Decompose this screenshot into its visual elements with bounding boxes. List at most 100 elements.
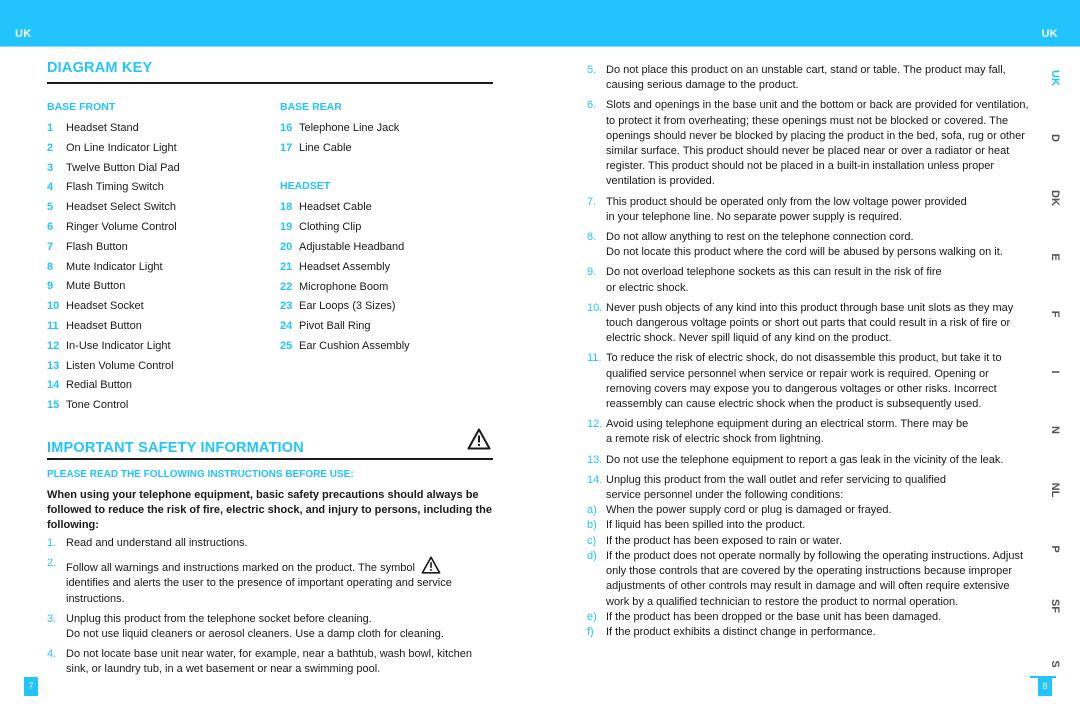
key-number: 8	[47, 260, 54, 273]
key-item: 23 Ear Loops (3 Sizes)	[280, 299, 500, 319]
key-label: Pivot Ball Ring	[299, 320, 371, 333]
safety-item: 8. Do not allow anything to rest on the …	[587, 230, 1033, 260]
safety-item: 3. Unplug this product from the telephon…	[47, 612, 493, 642]
language-tab-e[interactable]: E	[1048, 247, 1062, 267]
item-text: Do not overload telephone sockets as thi…	[606, 266, 942, 279]
item-text: Unplug this product from the wall outlet…	[606, 473, 946, 486]
safety-item: 10. Never push objects of any kind into …	[587, 301, 1033, 347]
item-text: Do not locate base unit near water, for …	[66, 648, 473, 676]
key-number: 19	[280, 221, 293, 234]
item-text: Unplug this product from the telephone s…	[66, 612, 372, 625]
safety-item: 1. Read and understand all instructions.	[47, 536, 493, 551]
key-number: 2	[47, 141, 54, 154]
key-label: Mute Button	[66, 280, 126, 293]
key-number: 17	[280, 141, 293, 154]
safety-item: 4. Do not locate base unit near water, f…	[47, 647, 493, 677]
item-text-continued: identifies and alerts the user to the pr…	[66, 577, 452, 605]
base-front-column: BASE FRONT 1 Headset Stand 2 On Line Indica…	[47, 101, 267, 418]
key-label: Ringer Volume Control	[66, 220, 177, 233]
key-label: Mute Indicator Light	[66, 260, 163, 273]
safety-section: IMPORTANT SAFETY INFORMATION PLEASE READ…	[47, 428, 493, 532]
item-text-continued: in your telephone line. No separate powe…	[606, 210, 902, 223]
key-item: 12 In-Use Indicator Light	[47, 339, 267, 359]
condition-letter: a)	[587, 504, 597, 517]
diagram-key-title: DIAGRAM KEY	[47, 60, 153, 76]
key-item: 7 Flash Button	[47, 240, 267, 260]
key-item: 9 Mute Button	[47, 279, 267, 299]
key-number: 23	[280, 300, 293, 313]
page-accent-line	[1030, 676, 1056, 678]
item-number: 11.	[587, 352, 602, 365]
key-number: 11	[47, 319, 59, 332]
item-number: 12.	[587, 418, 603, 431]
key-label: Ear Loops (3 Sizes)	[299, 300, 396, 313]
key-number: 24	[280, 320, 293, 333]
item-text: Do not allow anything to rest on the tel…	[606, 231, 914, 244]
item-number: 6.	[587, 99, 597, 112]
condition-item: e) If the product has been dropped or the…	[587, 610, 1033, 625]
key-label: Microphone Boom	[299, 280, 389, 293]
key-item: 4 Flash Timing Switch	[47, 180, 267, 200]
language-tag-right: UK	[1041, 28, 1058, 40]
key-number: 20	[280, 240, 293, 253]
condition-letter: f)	[587, 625, 594, 638]
key-item: 2 On Line Indicator Light	[47, 141, 267, 161]
language-tab-s[interactable]: S	[1048, 654, 1062, 674]
condition-letter: c)	[587, 534, 597, 547]
key-number: 9	[47, 280, 54, 293]
condition-text: If the product has been exposed to rain …	[606, 534, 843, 547]
key-label: Redial Button	[66, 379, 133, 392]
item-number: 2.	[47, 557, 57, 570]
key-number: 18	[280, 201, 293, 214]
condition-item: c) If the product has been exposed to rai…	[587, 534, 1033, 549]
key-label: Twelve Button Dial Pad	[66, 161, 180, 174]
language-tab-dk[interactable]: DK	[1048, 188, 1062, 208]
language-tab-p[interactable]: P	[1048, 539, 1062, 559]
safety-item: 6. Slots and openings in the base unit a…	[587, 98, 1033, 189]
item-text: Avoid using telephone equipment during a…	[606, 418, 969, 431]
title-divider	[47, 82, 493, 84]
item-text-continued: Do not locate this product where the cor…	[606, 246, 1003, 259]
language-tab-sf[interactable]: SF	[1048, 596, 1062, 616]
language-tab-uk[interactable]: UK	[1048, 68, 1062, 88]
safety-item: 13. Do not use the telephone equipment t…	[587, 453, 1033, 468]
key-number: 12	[47, 339, 60, 352]
key-item: 25 Ear Cushion Assembly	[280, 339, 500, 359]
base-front-heading: BASE FRONT	[47, 101, 116, 113]
key-number: 5	[47, 201, 54, 214]
key-label: Headset Socket	[66, 300, 144, 313]
header-bar: UK UK	[0, 0, 1080, 47]
diagram-key-section: DIAGRAM KEY	[47, 60, 493, 84]
key-item: 24 Pivot Ball Ring	[280, 319, 500, 339]
language-tab-f[interactable]: F	[1048, 304, 1062, 324]
key-label: Flash Timing Switch	[66, 181, 164, 194]
key-label: Flash Button	[66, 240, 128, 253]
item-text: This product should be operated only fro…	[606, 195, 967, 208]
key-item: 17 Line Cable	[280, 141, 500, 161]
language-tab-nl[interactable]: NL	[1048, 480, 1062, 500]
key-number: 10	[47, 300, 60, 313]
language-tab-d[interactable]: D	[1048, 128, 1062, 148]
safety-item: 5. Do not place this product on an unsta…	[587, 63, 1033, 93]
key-item: 11 Headset Button	[47, 319, 267, 339]
safety-title: IMPORTANT SAFETY INFORMATION	[47, 440, 304, 456]
key-item: 20 Adjustable Headband	[280, 240, 500, 260]
key-number: 4	[47, 181, 54, 194]
page-number-right: 8	[1038, 677, 1052, 696]
item-text: To reduce the risk of electric shock, do…	[606, 352, 1002, 411]
condition-letter: e)	[587, 610, 597, 623]
key-number: 14	[47, 379, 60, 392]
base-rear-column: BASE REAR 16 Telephone Line Jack 17 Line Ca…	[280, 101, 500, 359]
condition-text: If liquid has been spilled into the prod…	[606, 519, 806, 532]
item-number: 3.	[47, 612, 57, 625]
key-label: Line Cable	[299, 141, 352, 154]
language-tab-n[interactable]: N	[1048, 420, 1062, 440]
condition-letter: d)	[587, 549, 597, 562]
item-text-continued: service personnel under the following co…	[606, 489, 844, 502]
item-number: 4.	[47, 648, 57, 661]
item-text: Never push objects of any kind into this…	[606, 301, 1014, 345]
language-tab-i[interactable]: I	[1048, 362, 1062, 382]
item-text: Read and understand all instructions.	[66, 537, 248, 549]
key-item: 21 Headset Assembly	[280, 260, 500, 280]
key-label: Tone Control	[66, 399, 129, 412]
